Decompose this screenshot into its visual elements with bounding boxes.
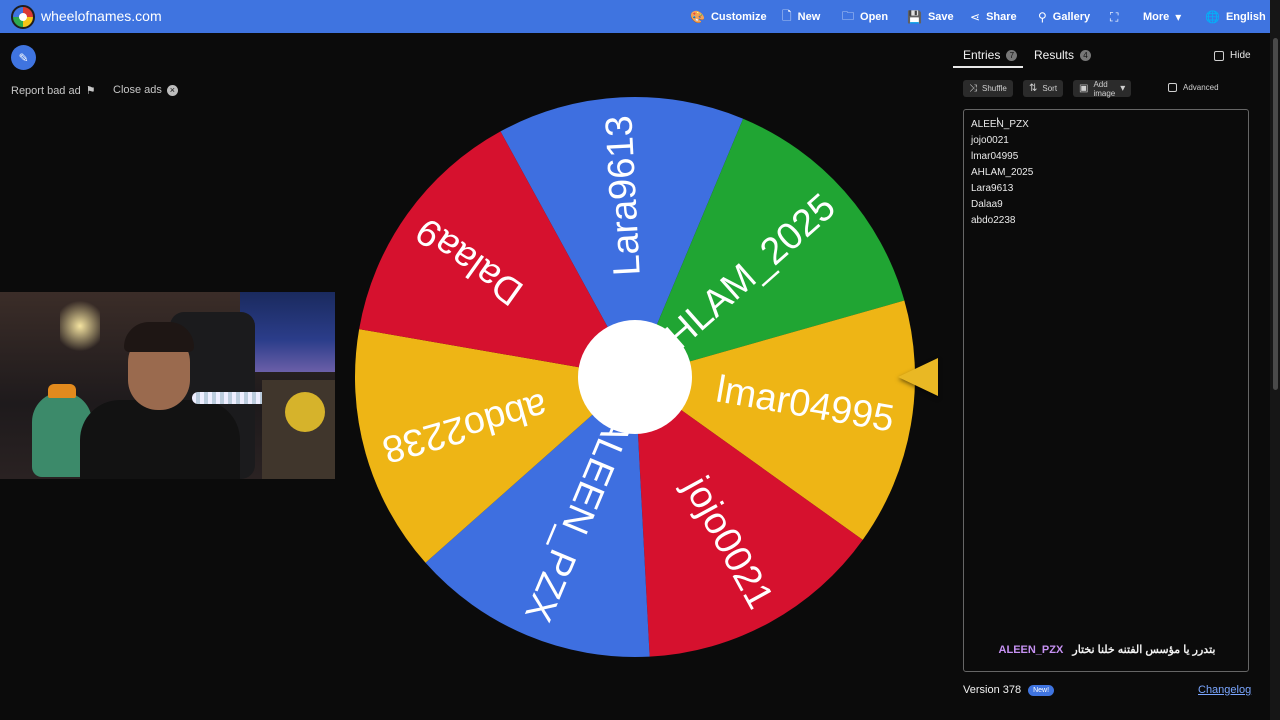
pencil-icon: ✎ <box>18 50 29 65</box>
more-button[interactable]: More ▾ <box>1143 8 1181 26</box>
share-icon: ⋖ <box>970 10 981 24</box>
list-item: AHLAM_2025 <box>971 167 1034 178</box>
tab-results[interactable]: Results 4 <box>1034 48 1092 62</box>
entries-count-badge: 7 <box>1006 49 1018 61</box>
save-button[interactable]: 💾 Save <box>907 8 954 26</box>
advanced-toggle[interactable]: Advanced <box>1168 83 1219 92</box>
chevron-down-icon: ▾ <box>1120 83 1126 94</box>
brand-name[interactable]: wheelofnames.com <box>41 8 162 24</box>
winner-name: ALEEN_PZX <box>998 644 1064 656</box>
text-cursor-icon: I <box>996 116 1000 128</box>
customize-button[interactable]: 🎨 Customize <box>690 8 767 26</box>
top-navbar: wheelofnames.com 🎨 Customize 🗋 New 🗀 Ope… <box>0 0 1280 33</box>
list-item: jojo0021 <box>971 135 1009 146</box>
new-badge: New! <box>1028 684 1055 696</box>
version-info: Version 378 New! <box>963 684 1055 696</box>
share-button[interactable]: ⋖ Share <box>970 8 1017 26</box>
changelog-link[interactable]: Changelog <box>1198 684 1251 696</box>
fullscreen-button[interactable]: ⛶ <box>1110 8 1118 26</box>
folder-icon: 🗀 <box>842 8 855 23</box>
close-ads-link[interactable]: Close ads × <box>113 84 178 96</box>
gallery-button[interactable]: ⚲ Gallery <box>1038 8 1090 26</box>
hide-checkbox[interactable] <box>1214 50 1224 61</box>
person-body <box>80 400 240 479</box>
plush-hat <box>48 384 76 398</box>
wheel-center[interactable] <box>578 320 692 434</box>
close-icon: × <box>166 84 178 96</box>
entries-textarea[interactable]: ALEEN_PZX jojo0021 lmar04995 AHLAM_2025 … <box>963 109 1249 672</box>
save-icon: 💾 <box>907 10 922 24</box>
image-icon: ▣ <box>1079 83 1089 94</box>
edit-button[interactable]: ✎ <box>11 45 36 70</box>
shuffle-icon: ⤨ <box>969 83 977 94</box>
list-item: lmar04995 <box>971 151 1019 162</box>
winner-message: بتدرر يا مؤسس الفتنه خلنا نختار <box>1072 644 1216 656</box>
active-tab-indicator <box>953 66 1023 68</box>
wheel-slice-label: Lara9613 <box>598 114 648 277</box>
chat-overlay-message: ALEEN_PZX بتدرر يا مؤسس الفتنه خلنا نختا… <box>964 643 1250 656</box>
spin-wheel[interactable]: Lara9613 AHLAM_2025 lmar04995 jojo0021 ALEEN… <box>350 92 920 662</box>
wheel-logo-icon[interactable] <box>11 5 35 29</box>
flag-icon: ⚑ <box>85 85 96 97</box>
hide-toggle[interactable]: Hide <box>1214 50 1251 61</box>
webcam-overlay <box>0 292 335 479</box>
panel-tabs: Entries 7 Results 4 Hide <box>953 40 1270 68</box>
sort-icon: ⇅ <box>1029 83 1038 94</box>
report-bad-ad-link[interactable]: Report bad ad ⚑ <box>11 84 96 98</box>
search-icon: ⚲ <box>1038 10 1047 24</box>
list-item: Lara9613 <box>971 183 1014 194</box>
wheel-svg[interactable]: Lara9613AHLAM_2025lmar04995jojo0021ALEEN… <box>350 92 920 662</box>
list-item: abdo2238 <box>971 215 1016 226</box>
add-image-button[interactable]: ▣ Add image ▾ <box>1073 80 1132 98</box>
globe-icon: 🌐 <box>1205 10 1220 24</box>
list-item: ALEEN_PZX <box>971 119 1029 130</box>
string-lights <box>192 392 272 404</box>
file-icon: 🗋 <box>782 8 792 23</box>
page-scrollbar[interactable] <box>1270 0 1280 720</box>
entries-panel: Entries 7 Results 4 Hide ⤨ Shuffle ⇅ Sor… <box>953 40 1270 720</box>
open-button[interactable]: 🗀 Open <box>842 8 888 26</box>
results-count-badge: 4 <box>1080 49 1092 61</box>
palette-icon: 🎨 <box>690 10 705 24</box>
tab-entries[interactable]: Entries 7 <box>963 48 1018 62</box>
shuffle-button[interactable]: ⤨ Shuffle <box>963 80 1013 97</box>
person-hair <box>124 322 194 352</box>
scrollbar-thumb[interactable] <box>1273 38 1278 390</box>
sort-button[interactable]: ⇅ Sort <box>1023 80 1064 97</box>
yellow-plush <box>285 392 325 432</box>
list-item: Dalaa9 <box>971 199 1003 210</box>
fullscreen-icon: ⛶ <box>1110 9 1119 24</box>
lamp-light <box>60 296 100 356</box>
chevron-down-icon: ▾ <box>1175 10 1182 24</box>
new-button[interactable]: 🗋 New <box>782 8 820 26</box>
language-button[interactable]: 🌐 English <box>1205 8 1266 26</box>
advanced-checkbox[interactable] <box>1168 83 1177 92</box>
wheel-pointer-icon <box>898 358 938 396</box>
